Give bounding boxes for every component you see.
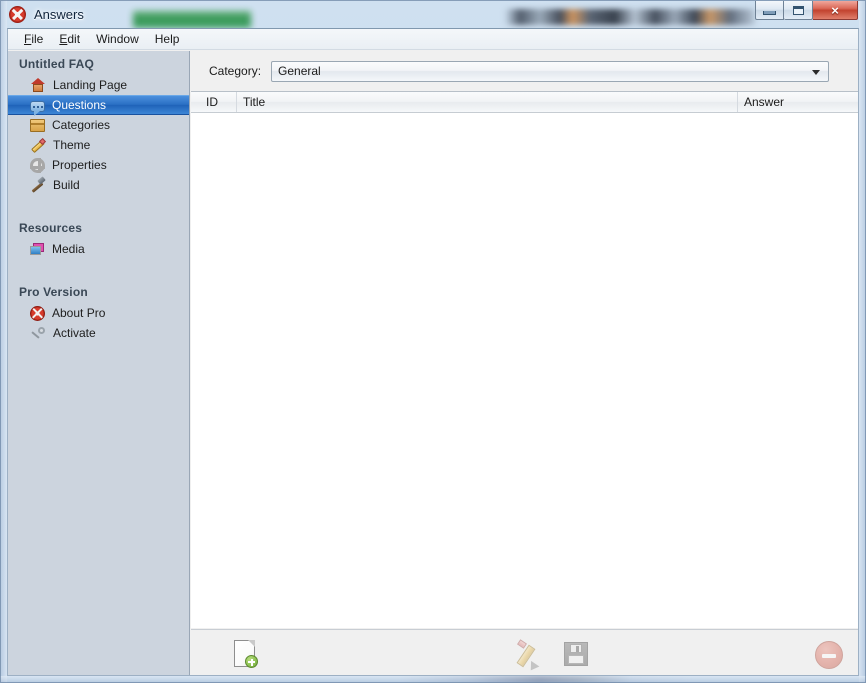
category-bar: Category: General [191,51,858,91]
application-window: Answers × File Edit Window Help Untitled… [0,0,866,683]
sidebar-item-label: Activate [53,326,96,340]
add-question-button[interactable]: Add Question [201,638,287,675]
pencil-icon [30,137,46,153]
sidebar-item-label: Questions [52,98,107,112]
sidebar: Untitled FAQ Landing Page Questions Cate… [8,51,190,675]
menu-item-window[interactable]: Window [88,30,147,48]
category-selected-value: General [278,64,321,78]
sidebar-item-label: Properties [52,158,107,172]
main-content: Category: General ID Title Answer [191,51,858,675]
client-area: File Edit Window Help Untitled FAQ Landi… [7,28,859,676]
sidebar-item-label: Media [52,242,85,256]
menu-bar: File Edit Window Help [8,29,858,50]
table-header-row: ID Title Answer [191,92,858,113]
sidebar-item-label: Categories [52,118,111,132]
lifebuoy-icon [30,306,45,321]
sidebar-group-title-resources: Resources [19,221,83,235]
key-icon [30,325,46,341]
table-body-empty[interactable] [191,113,858,628]
sidebar-item-build[interactable]: Build [8,175,189,195]
hammer-icon [30,177,46,193]
sidebar-item-label: Build [53,178,80,192]
sidebar-item-landing-page[interactable]: Landing Page [8,75,189,95]
window-border-bottom [0,676,866,683]
category-dropdown[interactable]: General [271,60,830,82]
category-label: Category: [209,64,262,78]
sidebar-item-about-pro[interactable]: About Pro [8,303,189,323]
title-bar[interactable]: Answers × [0,0,866,28]
close-icon: × [831,2,839,18]
bottom-toolbar: Add Question Edit [191,629,858,675]
window-title: Answers [34,6,84,22]
window-border-left [0,0,7,683]
window-border-right [859,0,866,683]
sidebar-item-label: Theme [53,138,91,152]
menu-item-edit[interactable]: Edit [51,30,88,48]
minimize-icon [763,10,776,15]
save-button[interactable]: Save [533,638,619,675]
sidebar-item-label: About Pro [52,306,106,320]
menu-item-help[interactable]: Help [147,30,188,48]
sidebar-item-activate[interactable]: Activate [8,323,189,343]
minus-circle-icon [811,638,845,672]
column-header-title[interactable]: Title [237,92,738,112]
gear-icon [30,158,45,173]
maximize-icon [792,5,804,15]
questions-table: ID Title Answer [191,91,858,628]
minimize-button[interactable] [755,1,784,20]
window-controls: × [755,1,858,20]
sidebar-group-title-untitled-faq: Untitled FAQ [19,57,95,71]
sidebar-item-properties[interactable]: Properties [8,155,189,175]
lifebuoy-icon [9,5,26,23]
sidebar-group-title-pro-version: Pro Version [19,285,88,299]
sidebar-item-questions[interactable]: Questions [8,95,189,116]
maximize-button[interactable] [784,1,813,20]
remove-button[interactable]: Remove [785,638,858,675]
sidebar-item-categories[interactable]: Categories [8,115,189,135]
chevron-down-icon [812,69,821,75]
menu-item-file[interactable]: File [16,30,51,48]
media-icon [30,243,45,256]
home-icon [30,77,46,93]
page-add-icon [227,638,261,672]
sidebar-item-media[interactable]: Media [8,239,189,259]
sidebar-item-label: Landing Page [53,78,128,92]
column-header-answer[interactable]: Answer [738,92,858,112]
speech-icon [30,100,45,116]
column-header-id[interactable]: ID [191,92,237,112]
box-icon [30,119,45,132]
floppy-disk-icon [559,638,593,672]
close-button[interactable]: × [813,1,858,20]
sidebar-item-theme[interactable]: Theme [8,135,189,155]
